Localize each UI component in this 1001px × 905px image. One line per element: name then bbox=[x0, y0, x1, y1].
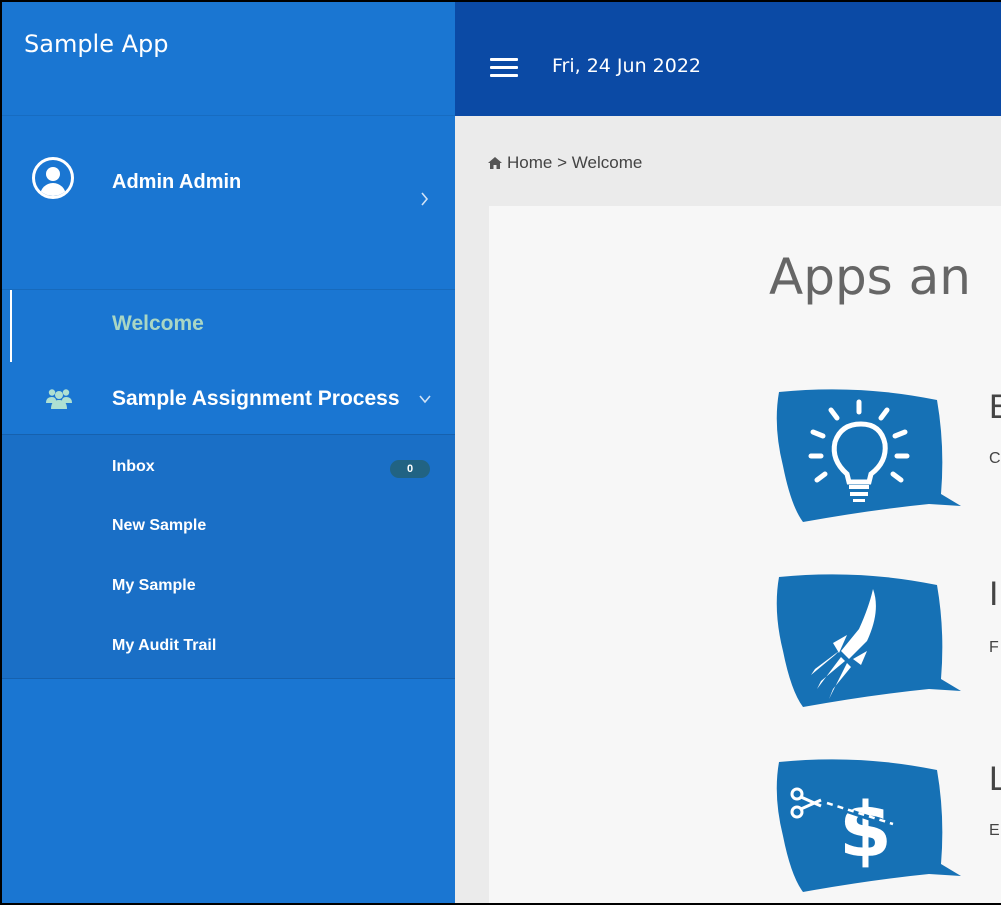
feature-card: $ L E bbox=[769, 756, 1001, 896]
feature-description: C bbox=[989, 450, 1001, 467]
feature-title: I bbox=[989, 575, 999, 613]
page-title: Apps an bbox=[769, 248, 971, 306]
users-icon bbox=[46, 389, 72, 409]
breadcrumb-current: Welcome bbox=[571, 153, 643, 172]
user-name: Admin Admin bbox=[112, 171, 242, 193]
sidebar-item-new-sample[interactable]: New Sample bbox=[112, 517, 206, 535]
sidebar-item-label: Sample Assignment Process bbox=[112, 387, 400, 410]
chevron-right-icon[interactable] bbox=[420, 190, 430, 208]
svg-text:$: $ bbox=[839, 785, 892, 874]
feature-description: E bbox=[989, 822, 1000, 839]
feature-title: E bbox=[989, 388, 1001, 427]
dollar-scissors-icon: $ bbox=[776, 759, 961, 892]
feature-card: E C bbox=[769, 386, 1001, 526]
menu-toggle-icon[interactable] bbox=[490, 58, 518, 78]
inbox-count-badge: 0 bbox=[390, 460, 430, 478]
breadcrumb-home[interactable]: Home bbox=[507, 153, 552, 172]
feature-card: I F bbox=[769, 571, 999, 711]
sidebar-item-inbox[interactable]: Inbox bbox=[112, 458, 155, 476]
app-title-text: Sample App bbox=[24, 30, 169, 58]
sidebar-submenu: Inbox 0 New Sample My Sample My Audit Tr… bbox=[2, 434, 455, 679]
active-marker bbox=[10, 290, 12, 362]
breadcrumb-separator: > bbox=[557, 153, 568, 172]
sidebar-item-sample-assignment-process[interactable]: Sample Assignment Process bbox=[2, 368, 455, 434]
feature-title: L bbox=[989, 760, 1001, 799]
app-title[interactable]: Sample App bbox=[2, 2, 455, 116]
home-icon bbox=[488, 157, 502, 169]
lightbulb-icon bbox=[776, 389, 961, 522]
user-panel[interactable]: Admin Admin bbox=[2, 116, 455, 290]
sidebar-item-my-audit-trail[interactable]: My Audit Trail bbox=[112, 637, 216, 655]
main-content: Home > Welcome Apps an C I F $ E bbox=[455, 116, 1001, 903]
sidebar: Sample App Admin Admin Welcome Sample As… bbox=[2, 2, 455, 903]
breadcrumb: Home > Welcome bbox=[487, 153, 642, 173]
current-date: Fri, 24 Jun 2022 bbox=[552, 55, 702, 77]
rocket-icon bbox=[776, 574, 961, 707]
user-avatar-icon bbox=[32, 157, 74, 199]
welcome-panel: Apps an C I F $ E bbox=[489, 206, 1001, 903]
chevron-down-icon[interactable] bbox=[418, 394, 432, 404]
app-frame: Sample App Admin Admin Welcome Sample As… bbox=[0, 0, 1001, 905]
sidebar-item-welcome[interactable]: Welcome bbox=[112, 312, 204, 336]
top-bar: Fri, 24 Jun 2022 bbox=[455, 2, 1001, 116]
feature-description: F bbox=[989, 639, 999, 656]
sidebar-item-my-sample[interactable]: My Sample bbox=[112, 577, 196, 595]
